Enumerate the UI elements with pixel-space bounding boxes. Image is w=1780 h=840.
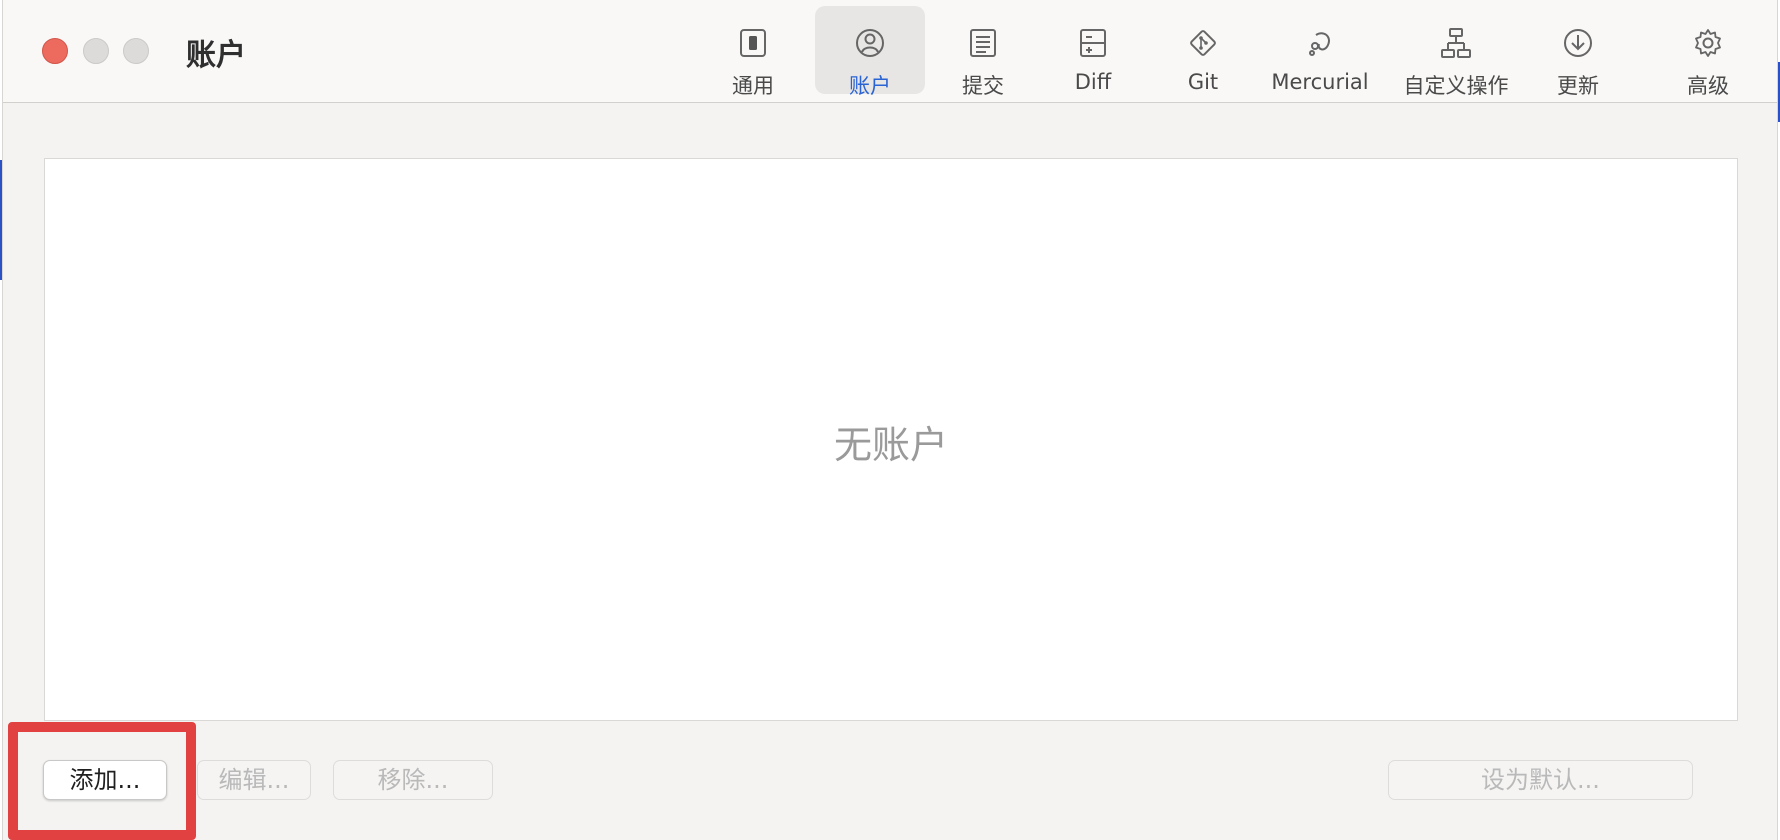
accounts-list[interactable]: 无账户 xyxy=(44,158,1738,721)
tab-commit[interactable]: 提交 xyxy=(933,6,1033,98)
tab-general[interactable]: 通用 xyxy=(703,6,803,98)
remove-account-button[interactable]: 移除... xyxy=(333,760,493,800)
set-default-button[interactable]: 设为默认... xyxy=(1388,760,1693,800)
custom-actions-icon xyxy=(1441,28,1471,58)
empty-state-message: 无账户 xyxy=(833,423,948,467)
account-user-icon xyxy=(856,29,884,57)
close-window-button[interactable] xyxy=(42,38,68,64)
commit-document-icon xyxy=(970,29,996,57)
tab-mercurial-label: Mercurial xyxy=(1271,70,1369,94)
tab-accounts-label: 账户 xyxy=(849,74,891,98)
tab-custom-actions-label: 自定义操作 xyxy=(1403,74,1509,98)
update-download-icon xyxy=(1564,29,1592,57)
general-switch-icon xyxy=(740,29,766,57)
tab-mercurial[interactable]: Mercurial xyxy=(1265,6,1375,94)
tab-diff-label: Diff xyxy=(1074,70,1112,94)
tab-custom-actions[interactable]: 自定义操作 xyxy=(1396,6,1516,98)
preferences-window: 账户 通用 账户 提交 Diff Git Mercurial 自定义操作 更新 … xyxy=(2,0,1778,840)
tab-advanced[interactable]: 高级 xyxy=(1658,6,1758,98)
tab-advanced-label: 高级 xyxy=(1687,74,1729,98)
tab-general-label: 通用 xyxy=(732,74,774,98)
tab-commit-label: 提交 xyxy=(962,74,1004,98)
advanced-gear-icon xyxy=(1695,29,1721,57)
minimize-window-button[interactable] xyxy=(83,38,109,64)
tab-update[interactable]: 更新 xyxy=(1528,6,1628,98)
edit-account-button[interactable]: 编辑... xyxy=(197,760,311,800)
mercurial-icon xyxy=(1309,32,1330,56)
titlebar: 账户 通用 账户 提交 Diff Git Mercurial 自定义操作 更新 … xyxy=(3,0,1777,103)
tab-diff[interactable]: Diff xyxy=(1043,6,1143,94)
tab-accounts[interactable]: 账户 xyxy=(815,6,925,98)
git-icon xyxy=(1190,30,1216,56)
zoom-window-button[interactable] xyxy=(123,38,149,64)
tab-git-label: Git xyxy=(1187,70,1219,94)
annotation-highlight-box xyxy=(8,722,196,840)
window-title: 账户 xyxy=(186,38,246,73)
tab-git[interactable]: Git xyxy=(1153,6,1253,94)
diff-icon xyxy=(1080,29,1106,57)
tab-update-label: 更新 xyxy=(1557,74,1599,98)
